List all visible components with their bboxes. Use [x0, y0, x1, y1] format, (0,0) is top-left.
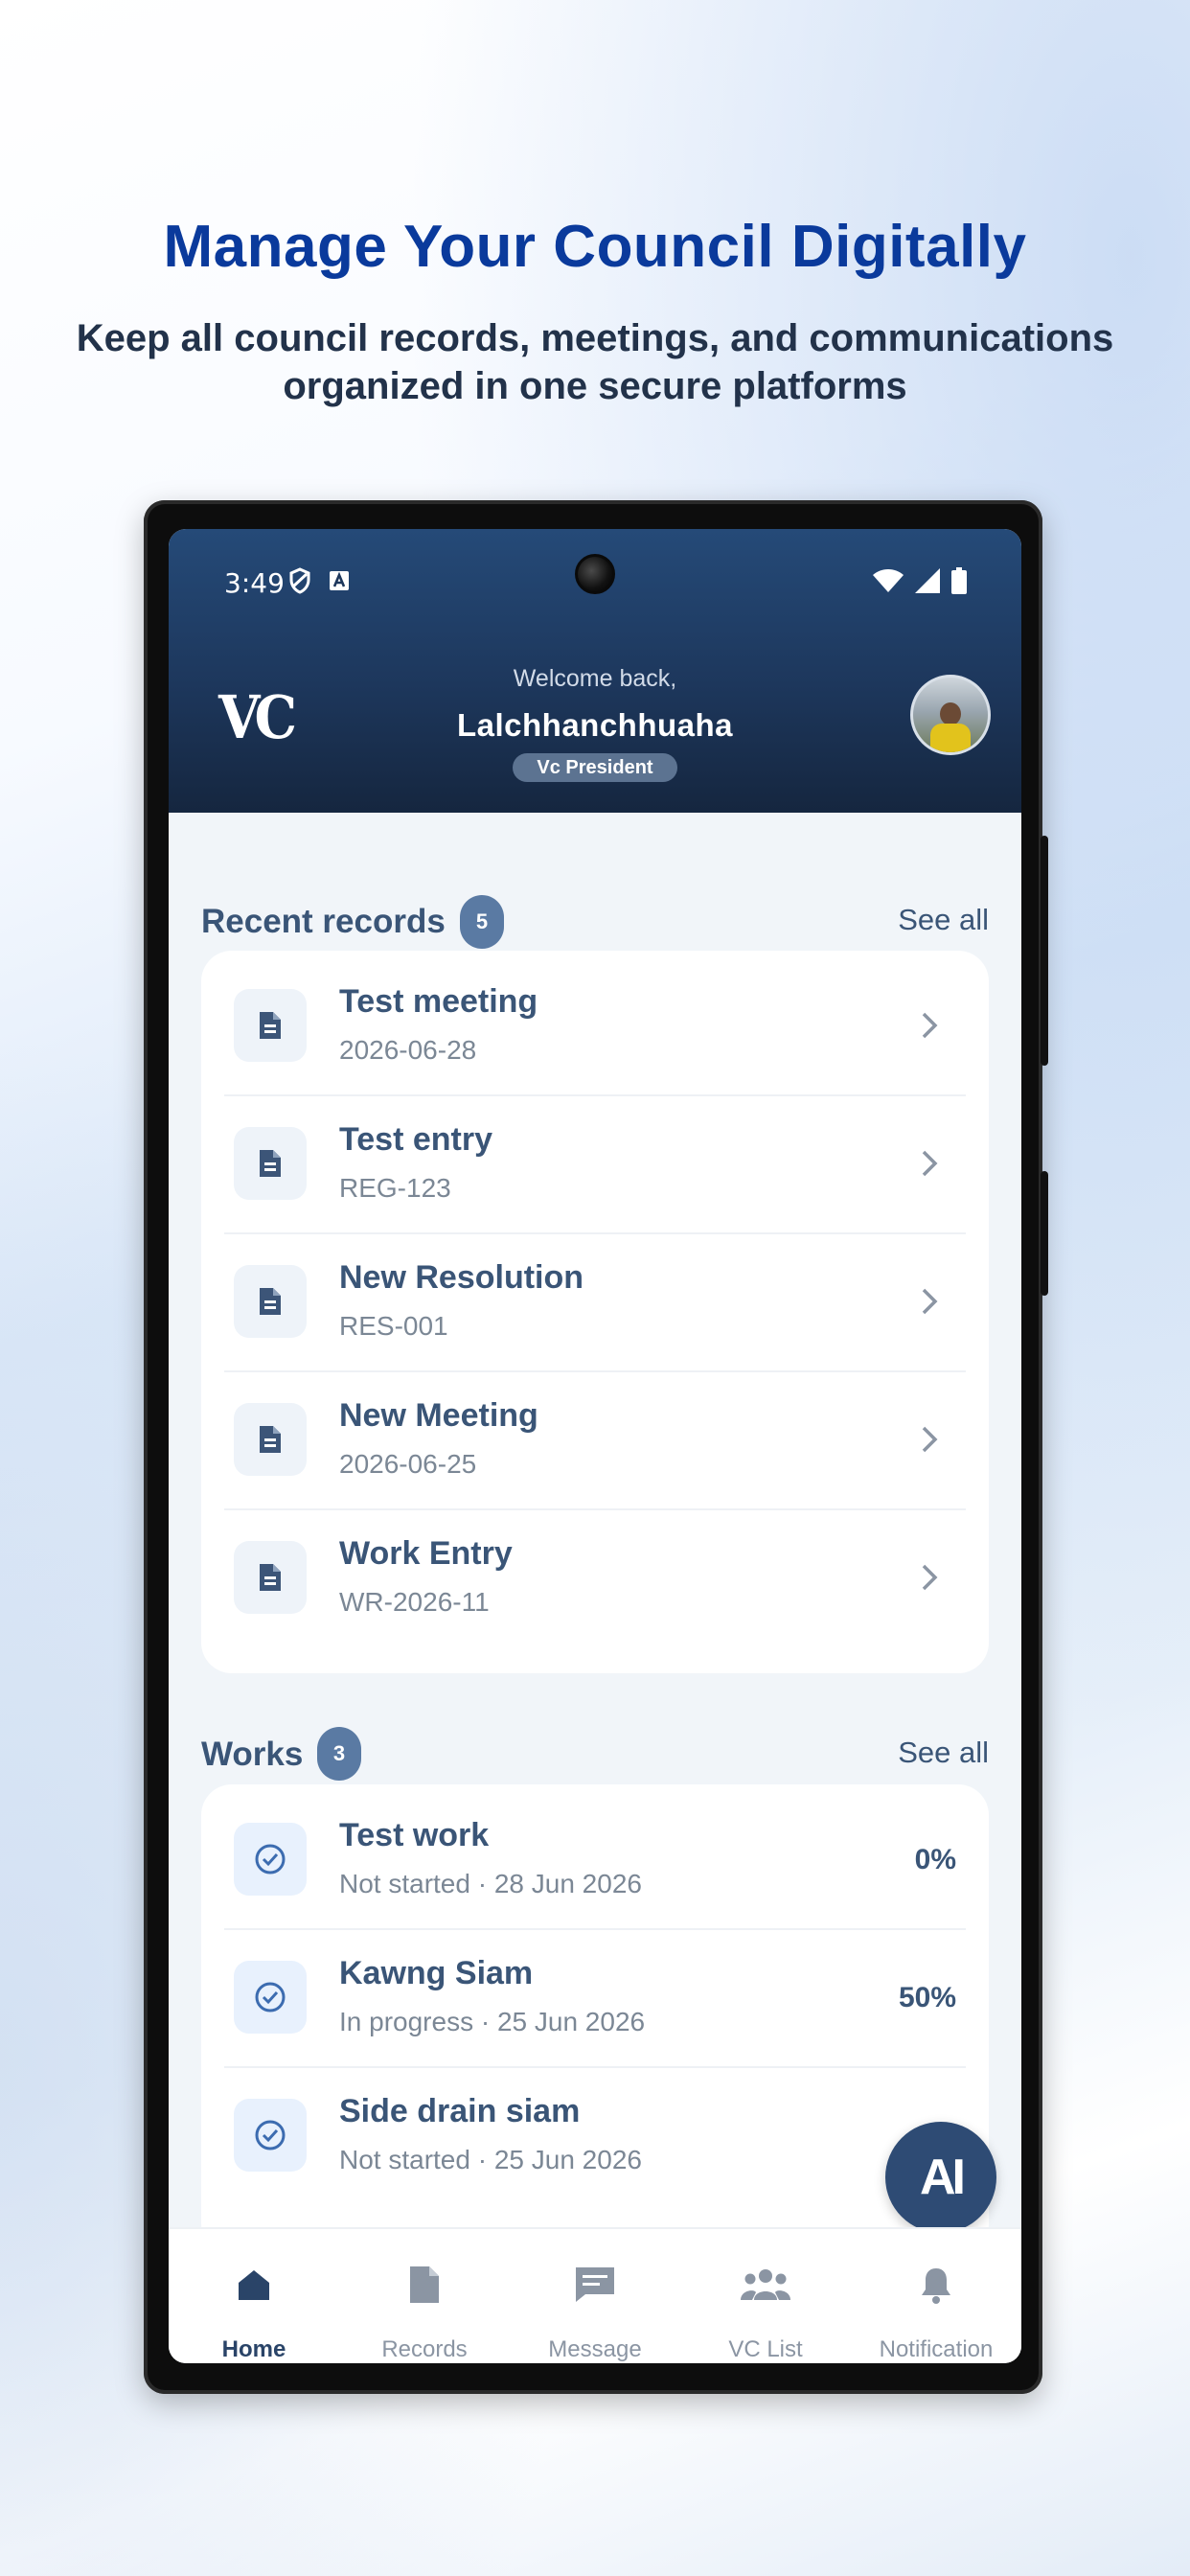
nav-label: Records — [381, 2336, 468, 2362]
works-title: Works — [201, 1736, 304, 1773]
work-status: Not started · 28 Jun 2026 — [339, 1869, 642, 1898]
work-progress: 50% — [898, 1982, 956, 2013]
group-icon — [739, 2258, 792, 2312]
nav-label: Notification — [879, 2336, 994, 2362]
front-camera — [575, 554, 615, 594]
record-title: Test meeting — [339, 983, 538, 1020]
shield-icon — [289, 567, 310, 594]
nav-item-message[interactable]: Message — [510, 2229, 680, 2363]
user-name: Lalchhanchhuaha — [456, 707, 734, 743]
work-row[interactable]: Side drain siam Not started · 25 Jun 202… — [224, 2068, 966, 2206]
work-row[interactable]: Kawng Siam In progress · 25 Jun 2026 50% — [224, 1930, 966, 2068]
phone-side-button — [1041, 1171, 1048, 1296]
bottom-nav: Home Records Message VC List Notificatio… — [169, 2227, 1021, 2363]
works-see-all-link[interactable]: See all — [898, 1736, 989, 1770]
document-icon — [234, 1403, 307, 1476]
record-title: Work Entry — [339, 1535, 513, 1572]
nav-label: Home — [221, 2336, 286, 2362]
chevron-right-icon — [922, 1150, 938, 1177]
battery-icon — [951, 567, 967, 594]
document-icon — [234, 1265, 307, 1338]
avatar[interactable] — [910, 675, 991, 755]
signal-icon — [915, 568, 940, 593]
chevron-right-icon — [922, 1426, 938, 1453]
nav-label: VC List — [728, 2336, 803, 2362]
phone-frame: 3:49 VC Welcome back, Lalchhanchhuaha Vc… — [144, 500, 1048, 2394]
home-icon — [227, 2258, 281, 2312]
recent-records-card: Test meeting 2026-06-28 Test entry REG-1… — [201, 951, 989, 1673]
phone-side-button — [1041, 836, 1048, 1066]
work-row[interactable]: Test work Not started · 28 Jun 2026 0% — [224, 1792, 966, 1930]
check-circle-icon — [234, 1961, 307, 2034]
document-icon — [234, 1127, 307, 1200]
chevron-right-icon — [922, 1564, 938, 1591]
record-subtitle: 2026-06-28 — [339, 1035, 477, 1065]
bell-icon — [909, 2258, 963, 2312]
status-left-icons — [288, 567, 350, 594]
record-row[interactable]: New Resolution RES-001 — [224, 1234, 966, 1372]
works-card: Test work Not started · 28 Jun 2026 0% K… — [201, 1784, 989, 2254]
work-status: In progress · 25 Jun 2026 — [339, 2007, 646, 2036]
nav-label: Message — [548, 2336, 642, 2362]
record-subtitle: 2026-06-25 — [339, 1449, 477, 1479]
nav-item-vc-list[interactable]: VC List — [680, 2229, 851, 2363]
check-circle-icon — [234, 2099, 307, 2172]
chevron-right-icon — [922, 1288, 938, 1315]
document-icon — [234, 989, 307, 1062]
status-right-icons — [872, 567, 968, 594]
check-circle-icon — [234, 1823, 307, 1896]
record-title: New Resolution — [339, 1259, 584, 1296]
works-count-badge: 3 — [317, 1727, 361, 1781]
work-status: Not started · 25 Jun 2026 — [339, 2145, 642, 2174]
message-icon — [568, 2258, 622, 2312]
nav-item-home[interactable]: Home — [169, 2229, 339, 2363]
record-subtitle: WR-2026-11 — [339, 1587, 490, 1617]
record-row[interactable]: Work Entry WR-2026-11 — [224, 1510, 966, 1648]
work-progress: 0% — [914, 1844, 956, 1875]
role-badge: Vc President — [513, 753, 677, 782]
wifi-icon — [873, 569, 904, 592]
a-icon — [330, 571, 349, 590]
nav-item-records[interactable]: Records — [339, 2229, 510, 2363]
record-subtitle: REG-123 — [339, 1173, 451, 1203]
recent-records-count-badge: 5 — [460, 895, 504, 949]
app-header: 3:49 VC Welcome back, Lalchhanchhuaha Vc… — [169, 529, 1021, 813]
promo-headline: Manage Your Council Digitally — [163, 214, 1027, 280]
record-title: Test entry — [339, 1121, 492, 1158]
document-icon — [234, 1541, 307, 1614]
record-row[interactable]: Test meeting 2026-06-28 — [224, 958, 966, 1096]
ai-assistant-button[interactable]: AI — [885, 2122, 996, 2233]
record-row[interactable]: Test entry REG-123 — [224, 1096, 966, 1234]
record-row[interactable]: New Meeting 2026-06-25 — [224, 1372, 966, 1510]
work-title: Side drain siam — [339, 2093, 581, 2129]
welcome-text: Welcome back, — [513, 665, 677, 692]
recent-records-see-all-link[interactable]: See all — [898, 903, 989, 937]
work-title: Test work — [339, 1817, 490, 1853]
record-title: New Meeting — [339, 1397, 538, 1434]
work-title: Kawng Siam — [339, 1955, 534, 1991]
app-screen: 3:49 VC Welcome back, Lalchhanchhuaha Vc… — [169, 529, 1021, 2363]
chevron-right-icon — [922, 1012, 938, 1039]
promo-subline: Keep all council records, meetings, and … — [76, 317, 1114, 407]
record-subtitle: RES-001 — [339, 1311, 448, 1341]
status-time: 3:49 — [224, 567, 285, 599]
file-icon — [398, 2258, 451, 2312]
recent-records-title: Recent records — [201, 903, 446, 940]
nav-item-notification[interactable]: Notification — [851, 2229, 1021, 2363]
